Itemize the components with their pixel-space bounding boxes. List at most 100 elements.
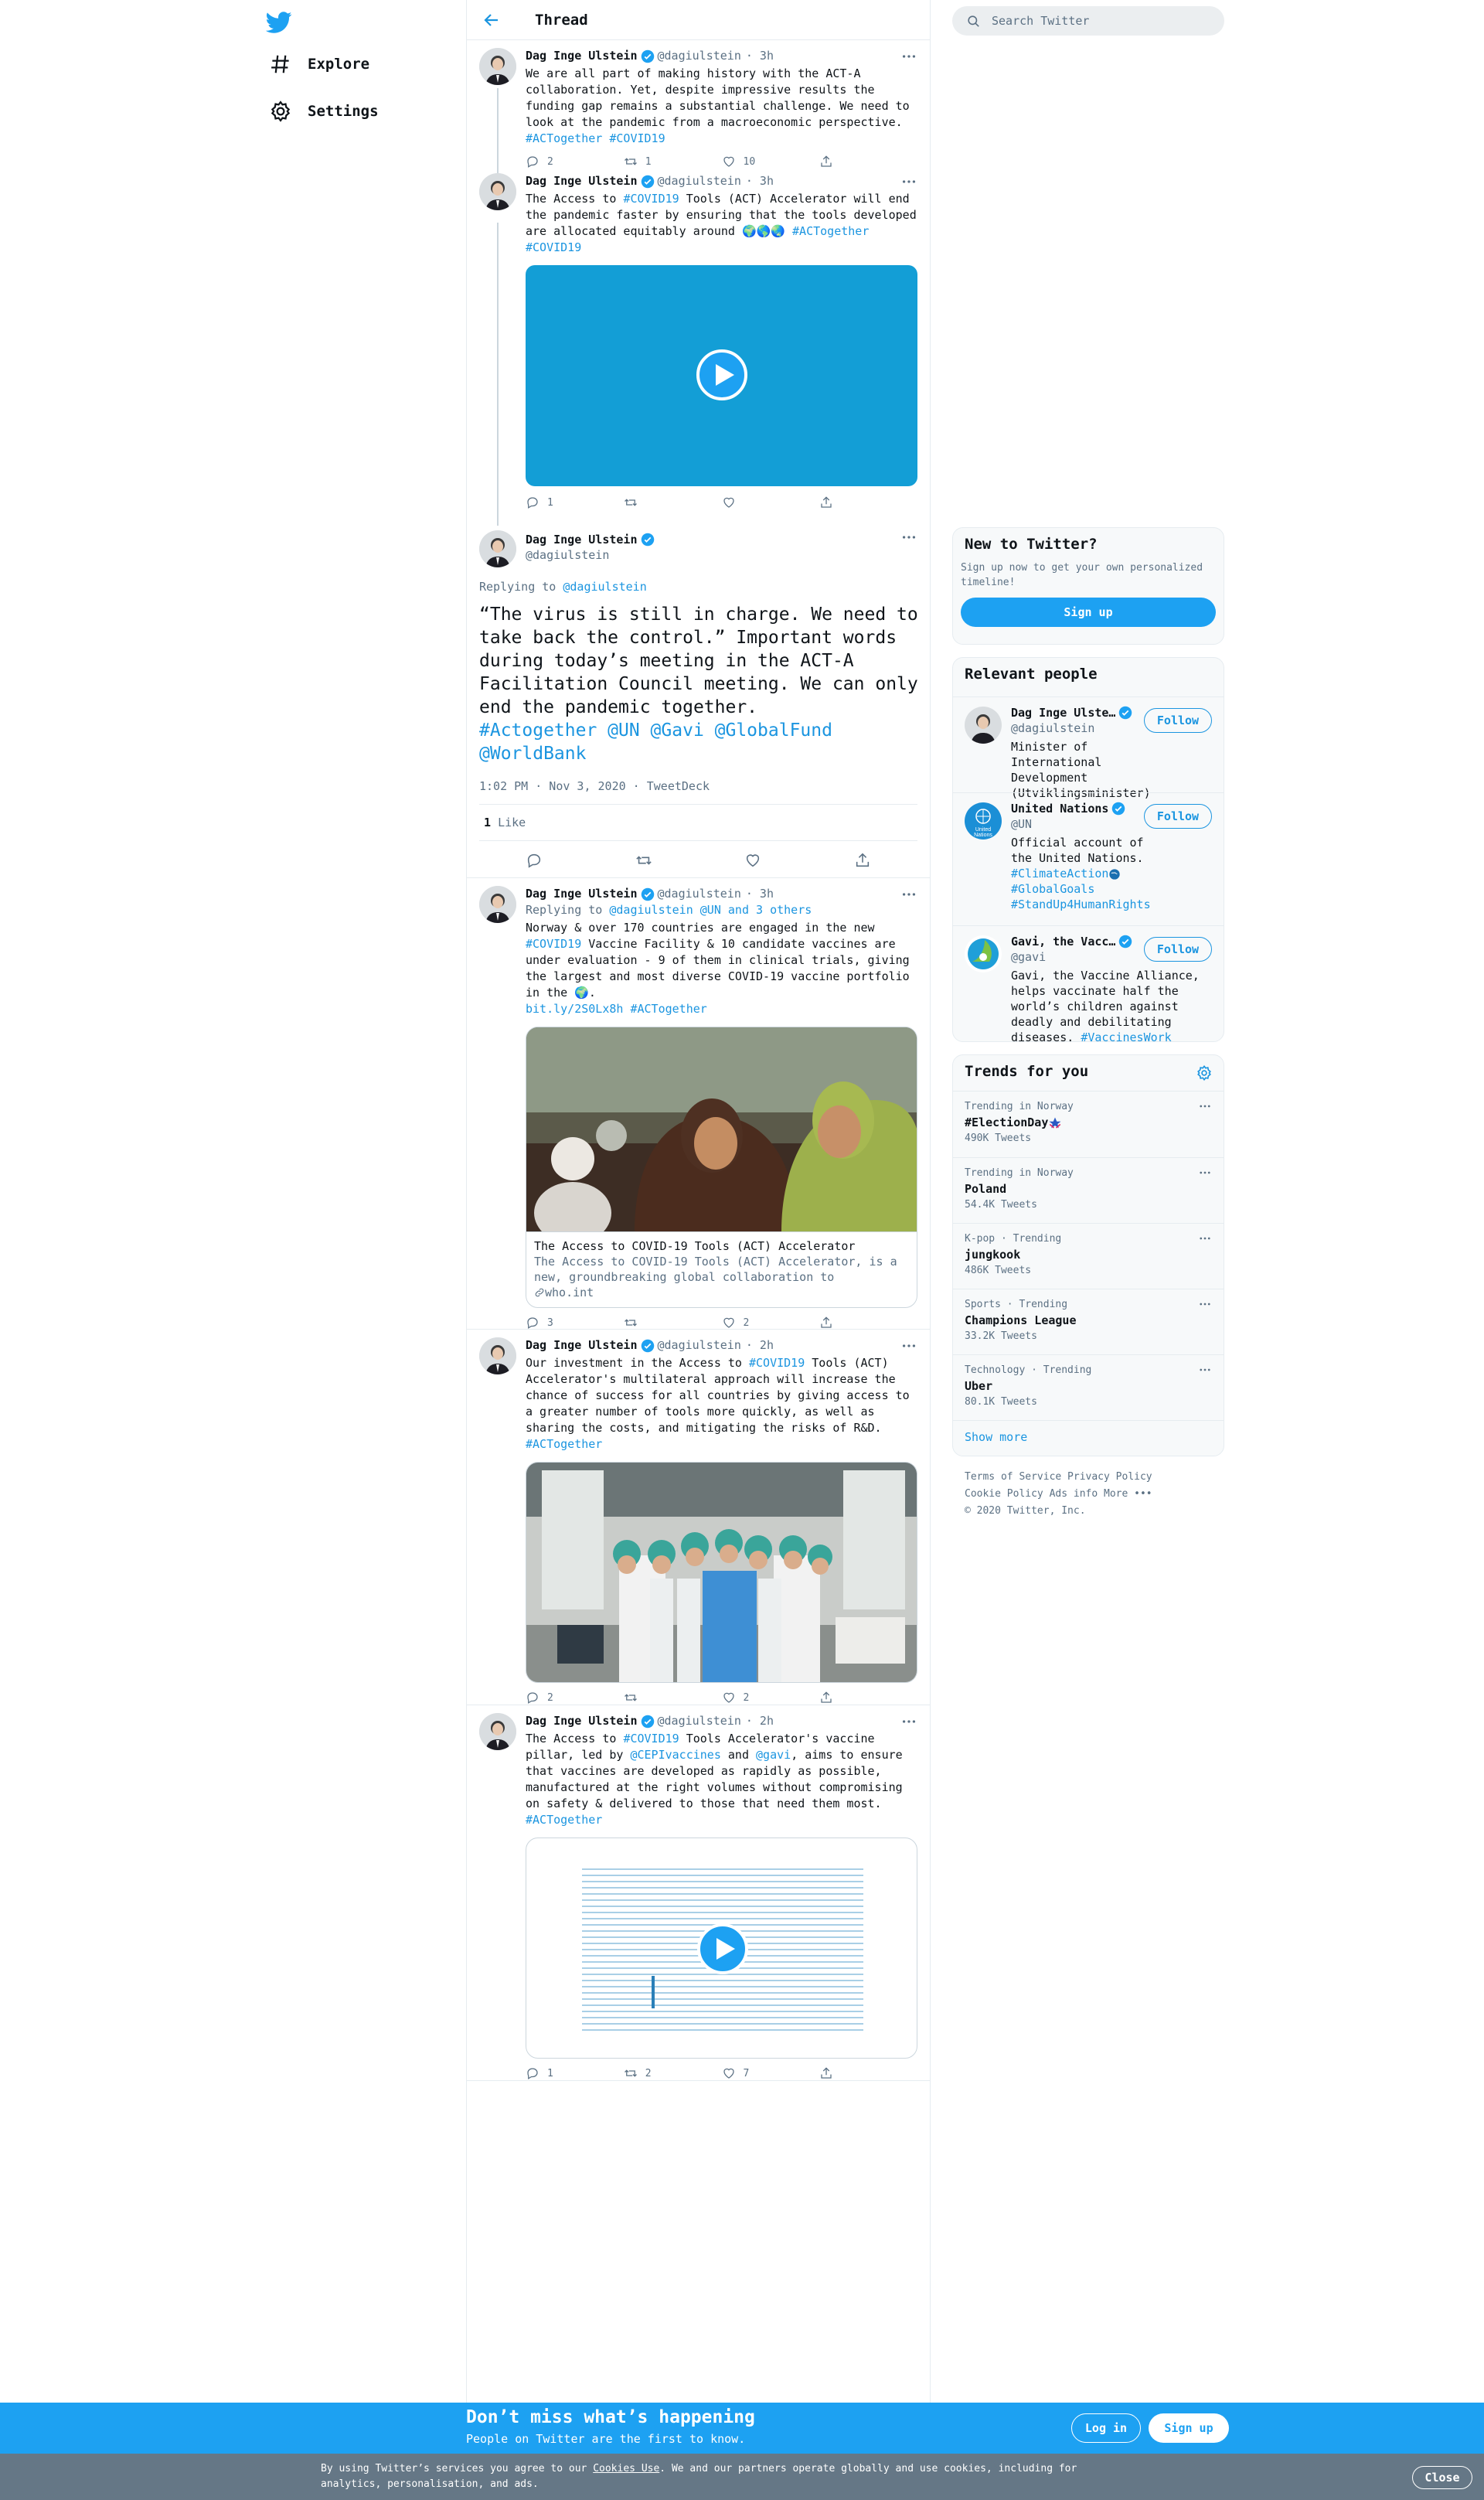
hashtag-link[interactable]: #COVID19 [749,1356,805,1370]
reply-button[interactable]: 1 [526,495,624,511]
more-options-icon[interactable] [900,1337,917,1354]
follow-button[interactable]: Follow [1144,708,1212,733]
avatar[interactable] [479,1713,516,1750]
author-name[interactable]: Dag Inge Ulstein [526,1713,638,1729]
trend-item[interactable]: K-pop · Trending jungkook 486K Tweets [953,1223,1224,1289]
tweet[interactable]: Dag Inge Ulstein @dagiulstein · 3h Reply… [467,878,930,1330]
more-options-icon[interactable] [900,1713,917,1730]
hashtag-link[interactable]: #ACTogether [792,224,869,238]
more-options-icon[interactable] [1198,1166,1212,1180]
sidebar-signup-button[interactable]: Sign up [961,598,1216,627]
author-name[interactable]: Dag Inge Ulstein [526,886,638,902]
tweet[interactable]: Dag Inge Ulstein @dagiulstein · 3h We ar… [467,40,930,173]
more-dots-icon[interactable]: ••• [1134,1488,1152,1500]
mention-link[interactable]: @gavi [756,1748,791,1762]
retweet-icon[interactable] [635,852,652,869]
trend-item[interactable]: Trending in Norway #ElectionDay 490K Twe… [953,1091,1224,1157]
reply-button[interactable]: 2 [526,154,624,170]
more-options-icon[interactable] [1198,1231,1212,1245]
cookies-use-link[interactable]: Cookies Use [593,2463,659,2474]
link-card[interactable]: The Access to COVID-19 Tools (ACT) Accel… [526,1027,917,1308]
avatar[interactable] [479,173,516,210]
footer-line-1[interactable]: Terms of Service Privacy Policy [965,1469,1152,1486]
login-button[interactable]: Log in [1071,2413,1141,2443]
footer-line-2-text[interactable]: Cookie Policy Ads info More [965,1488,1128,1500]
mention-link[interactable]: @dagiulstein [563,580,646,594]
avatar[interactable] [479,530,516,567]
avatar[interactable]: United Nations [965,802,1002,840]
avatar[interactable] [965,707,1002,744]
hashtag-link[interactable]: #ACTogether [526,1437,602,1451]
avatar[interactable] [479,1337,516,1374]
like-button[interactable]: 2 [722,1315,820,1331]
tweet-time[interactable]: · 2h [746,1713,774,1729]
follow-button[interactable]: Follow [1144,937,1212,962]
retweet-button[interactable] [624,1691,722,1705]
hashtag-link[interactable]: #COVID19 [623,1732,679,1746]
trend-item[interactable]: Trending in Norway Poland 54.4K Tweets [953,1157,1224,1223]
hashtag-link[interactable]: #COVID19 [526,240,581,254]
like-button[interactable] [722,496,820,509]
person-item[interactable]: Dag Inge Ulste… @dagiulstein Minister of… [953,697,1224,800]
more-options-icon[interactable] [900,173,917,190]
client-link[interactable]: TweetDeck [647,779,710,793]
twitter-logo-icon[interactable] [265,9,294,36]
share-button[interactable] [819,1691,917,1705]
avatar[interactable] [965,935,1002,972]
hashtag-links[interactable]: #Actogether @UN @Gavi @GlobalFund @World… [479,720,832,764]
author-name[interactable]: Dag Inge Ulstein [526,173,638,189]
reply-button[interactable]: 1 [526,2066,624,2082]
share-button[interactable] [819,496,917,509]
mention-link[interactable]: @dagiulstein @UN and 3 others [609,903,812,917]
author-name[interactable]: Dag Inge Ulstein [526,48,638,64]
reply-button[interactable]: 3 [526,1315,624,1331]
avatar[interactable] [479,48,516,85]
nav-explore[interactable]: Explore [266,46,379,83]
show-more-link[interactable]: Show more [953,1420,1224,1453]
retweet-button[interactable] [624,1316,722,1330]
search-input[interactable]: Search Twitter [952,6,1224,36]
like-button[interactable]: 10 [722,154,820,170]
like-button[interactable]: 2 [722,1690,820,1706]
author-handle[interactable]: @dagiulstein [658,48,741,64]
reply-button[interactable]: 2 [526,1690,624,1706]
url-link[interactable]: bit.ly/2S0Lx8h [526,1002,623,1016]
hashtag-link[interactable]: #COVID19 [526,937,581,951]
more-options-icon[interactable] [900,529,917,546]
avatar[interactable] [479,886,516,923]
tweet[interactable]: Dag Inge Ulstein @dagiulstein · 2h Our i… [467,1330,930,1705]
back-arrow-icon[interactable] [482,11,501,29]
retweet-button[interactable] [624,496,722,509]
tweet-photo[interactable] [526,1462,917,1683]
tweet-time[interactable]: · 3h [746,48,774,64]
nav-settings[interactable]: Settings [266,93,388,130]
author-name[interactable]: Dag Inge Ulstein [526,532,638,547]
hashtag-link[interactable]: #ACTogether [630,1002,706,1016]
gear-icon[interactable] [1196,1064,1213,1081]
likes-summary[interactable]: 1 Like [479,805,917,841]
share-button[interactable] [819,155,917,169]
like-button[interactable]: 7 [722,2066,820,2082]
hashtag-link[interactable]: #COVID19 [623,192,679,206]
tweet[interactable]: Dag Inge Ulstein @dagiulstein · 2h The A… [467,1705,930,2081]
bio-hashtag[interactable]: #ClimateAction [1011,866,1212,881]
tweet[interactable]: Dag Inge Ulstein @dagiulstein · 3h The A… [467,173,930,524]
close-cookie-button[interactable]: Close [1412,2466,1472,2489]
author-handle[interactable]: @dagiulstein [658,1713,741,1729]
author-handle[interactable]: @dagiulstein [658,173,741,189]
play-icon[interactable] [696,349,748,401]
bio-hashtag[interactable]: #VaccinesWork [1081,1030,1171,1041]
reply-icon[interactable] [526,852,543,869]
bio-hashtag-text[interactable]: #ClimateAction [1011,867,1108,880]
retweet-button[interactable]: 1 [624,154,722,170]
more-options-icon[interactable] [1198,1363,1212,1377]
signup-button[interactable]: Sign up [1149,2413,1229,2443]
share-button[interactable] [819,2066,917,2080]
mention-link[interactable]: @CEPIvaccines [630,1748,720,1762]
more-options-icon[interactable] [1198,1297,1212,1311]
more-options-icon[interactable] [900,886,917,903]
tweet-time[interactable]: · 2h [746,1337,774,1354]
share-button[interactable] [819,1316,917,1330]
retweet-button[interactable]: 2 [624,2066,722,2082]
more-options-icon[interactable] [900,48,917,65]
